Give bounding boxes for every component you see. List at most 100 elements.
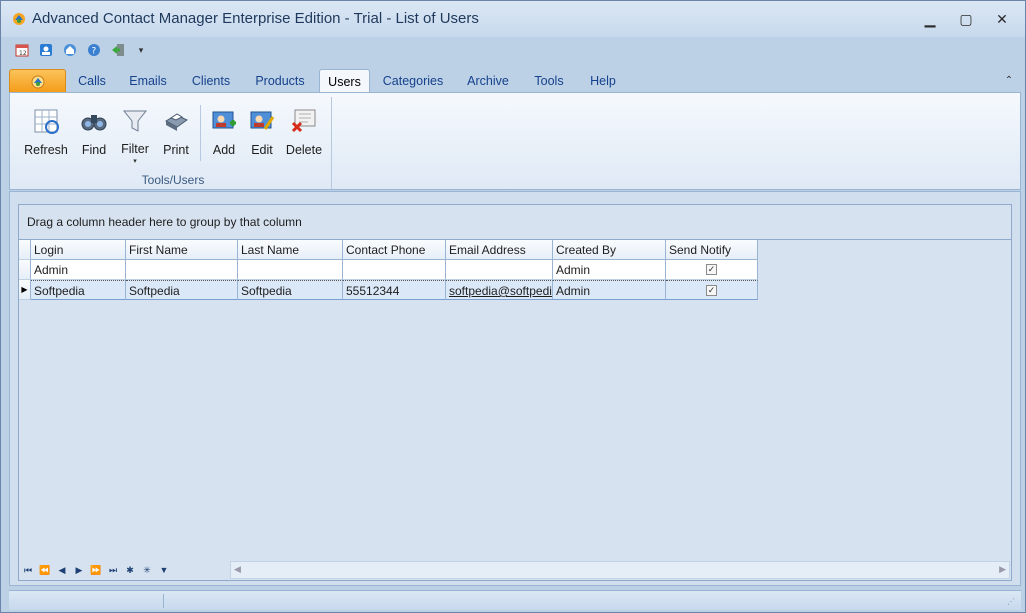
filter-icon[interactable]: ▼ (157, 563, 171, 577)
refresh-button[interactable]: Refresh (22, 105, 70, 165)
help-icon[interactable]: ? (85, 41, 103, 59)
prev-page-icon[interactable]: ⏪ (38, 563, 52, 577)
next-page-icon[interactable]: ⏩ (89, 563, 103, 577)
first-record-icon[interactable]: ⏮ (21, 563, 35, 577)
print-label: Print (163, 143, 189, 157)
edit-button[interactable]: Edit (246, 105, 278, 165)
cell-email-address[interactable]: softpedia@softpedia.c (446, 280, 553, 300)
cell-login[interactable]: Softpedia (31, 280, 126, 300)
ribbon-panel: Refresh Find Filter ▾ Print Add Edit Del… (9, 92, 1021, 190)
status-separator (163, 594, 164, 608)
svg-text:12: 12 (19, 50, 27, 57)
tab-emails[interactable]: Emails (123, 69, 173, 93)
resize-grip-icon[interactable]: ⋰ (1007, 597, 1017, 607)
customize-qat-button[interactable]: ▾ (133, 41, 149, 59)
tab-categories[interactable]: Categories (379, 69, 447, 93)
find-label: Find (81, 143, 107, 157)
add-label: Add (212, 143, 236, 157)
users-grid-panel: Drag a column header here to group by th… (18, 204, 1012, 581)
tab-help[interactable]: Help (583, 69, 623, 93)
ribbon-separator (200, 105, 201, 161)
next-record-icon[interactable]: ▶ (72, 563, 86, 577)
minimize-button[interactable]: ▁ (917, 10, 943, 28)
print-button[interactable]: Print (158, 105, 194, 165)
svg-text:?: ? (92, 47, 97, 57)
cell-contact-phone[interactable] (343, 260, 446, 280)
cell-created-by[interactable]: Admin (553, 260, 666, 280)
delete-record-icon[interactable]: ✳ (140, 563, 154, 577)
add-user-icon (208, 105, 240, 137)
header-indicator-cell (19, 240, 31, 260)
column-header-contact-phone[interactable]: Contact Phone (343, 240, 446, 260)
cell-created-by[interactable]: Admin (553, 280, 666, 300)
cell-last-name[interactable]: Softpedia (238, 280, 343, 300)
tab-archive[interactable]: Archive (461, 69, 515, 93)
scroll-right-icon[interactable]: ▶ (999, 564, 1006, 575)
prev-record-icon[interactable]: ◀ (55, 563, 69, 577)
cell-send-notify[interactable]: ✓ (666, 280, 758, 300)
column-header-last-name[interactable]: Last Name (238, 240, 343, 260)
record-navigator: ⏮ ⏪ ◀ ▶ ⏩ ⏭ ✱ ✳ ▼ (21, 561, 171, 579)
find-button[interactable]: Find (76, 105, 112, 165)
tab-products[interactable]: Products (249, 69, 311, 93)
application-menu-button[interactable] (9, 69, 66, 93)
cell-first-name[interactable]: Softpedia (126, 280, 238, 300)
column-header-first-name[interactable]: First Name (126, 240, 238, 260)
edit-label: Edit (251, 143, 273, 157)
column-header-login[interactable]: Login (31, 240, 126, 260)
collapse-ribbon-button[interactable]: ⌃ (1001, 72, 1017, 88)
scroll-left-icon[interactable]: ◀ (234, 564, 241, 575)
title-bar: Advanced Contact Manager Enterprise Edit… (1, 1, 1025, 37)
calendar-icon[interactable]: 12 (13, 41, 31, 59)
ribbon-tabs: Calls Emails Clients Products Users Cate… (9, 69, 1021, 93)
delete-button[interactable]: Delete (284, 105, 324, 165)
filter-dropdown-icon[interactable]: ▾ (133, 157, 137, 165)
column-header-email-address[interactable]: Email Address (446, 240, 553, 260)
column-header-send-notify[interactable]: Send Notify (666, 240, 758, 260)
close-button[interactable]: ✕ (989, 10, 1015, 28)
tab-clients[interactable]: Clients (185, 69, 237, 93)
refresh-label: Refresh (24, 143, 68, 157)
cell-last-name[interactable] (238, 260, 343, 280)
status-bar: ⋰ (9, 590, 1021, 610)
row-indicator-cell[interactable]: ▶ (19, 280, 31, 300)
edit-user-icon (246, 105, 278, 137)
window-title: Advanced Contact Manager Enterprise Edit… (32, 10, 479, 27)
filter-button[interactable]: Filter ▾ (118, 105, 152, 165)
tab-tools[interactable]: Tools (527, 69, 571, 93)
send-notify-checkbox[interactable]: ✓ (706, 264, 717, 275)
filter-label: Filter (121, 142, 149, 156)
column-header-created-by[interactable]: Created By (553, 240, 666, 260)
main-content: Drag a column header here to group by th… (9, 191, 1021, 586)
add-button[interactable]: Add (208, 105, 240, 165)
app-logo-icon[interactable] (11, 11, 27, 27)
cell-first-name[interactable] (126, 260, 238, 280)
exit-icon[interactable] (109, 41, 127, 59)
cell-email-address[interactable] (446, 260, 553, 280)
cell-contact-phone[interactable]: 55512344 (343, 280, 446, 300)
delete-user-icon (288, 105, 320, 137)
last-record-icon[interactable]: ⏭ (106, 563, 120, 577)
quick-access-toolbar: 12 ? ▾ (13, 41, 149, 59)
group-by-panel[interactable]: Drag a column header here to group by th… (27, 215, 302, 229)
current-row-arrow-icon: ▶ (21, 285, 28, 294)
ribbon-group-tools-users: Refresh Find Filter ▾ Print Add Edit Del… (14, 97, 332, 189)
send-notify-checkbox[interactable]: ✓ (706, 285, 717, 296)
horizontal-scrollbar[interactable]: ◀ ▶ (230, 561, 1010, 579)
row-indicator-cell[interactable] (19, 260, 31, 280)
cell-send-notify[interactable]: ✓ (666, 260, 758, 280)
append-icon[interactable]: ✱ (123, 563, 137, 577)
app-menu-logo-icon (31, 75, 44, 88)
app-window: Advanced Contact Manager Enterprise Edit… (0, 0, 1026, 613)
maximize-button[interactable]: ▢ (953, 10, 979, 28)
refresh-icon (30, 105, 62, 137)
delete-label: Delete (285, 143, 323, 157)
tab-users[interactable]: Users (319, 69, 370, 93)
tab-calls[interactable]: Calls (71, 69, 113, 93)
binoculars-icon (78, 105, 110, 137)
funnel-icon (119, 105, 151, 136)
home-icon[interactable] (61, 41, 79, 59)
contacts-icon[interactable] (37, 41, 55, 59)
cell-login[interactable]: Admin (31, 260, 126, 280)
printer-icon (160, 105, 192, 137)
